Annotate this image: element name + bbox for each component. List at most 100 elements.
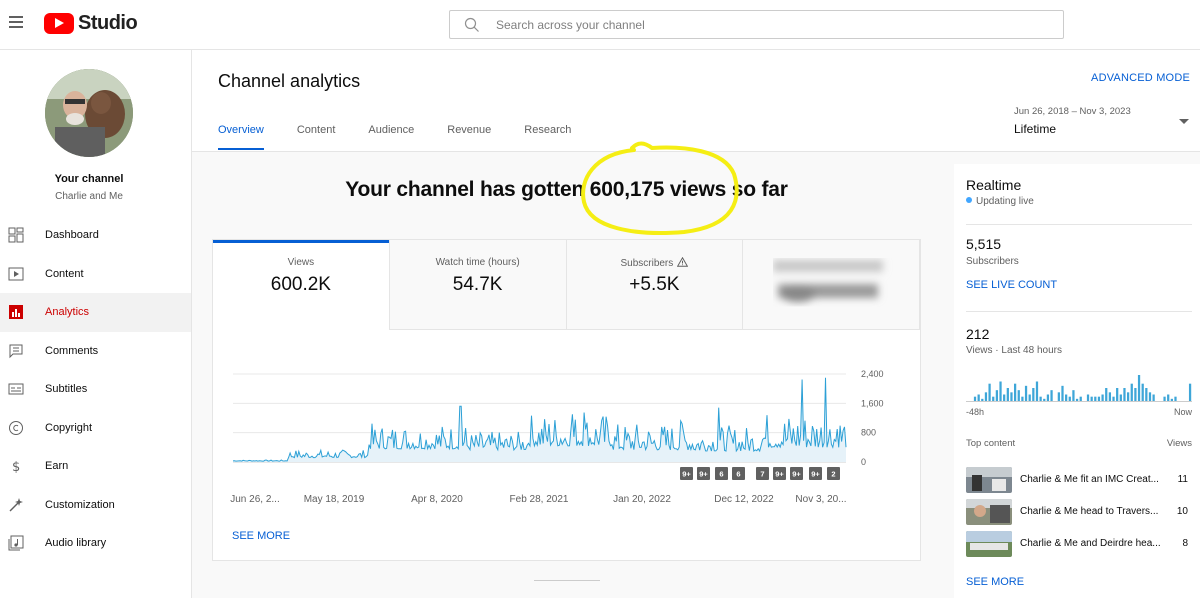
realtime-bar [1065,394,1068,401]
realtime-bar [1032,388,1035,401]
top-content-row[interactable]: Charlie & Me and Deirdre hea... 8 [966,531,1192,557]
x-tick-label: Apr 8, 2020 [411,494,463,505]
top-content-row[interactable]: Charlie & Me fit an IMC Creat... 11 [966,467,1192,493]
tab-revenue[interactable]: Revenue [447,118,491,151]
x-tick-label: May 18, 2019 [304,494,365,505]
realtime-bar [1013,383,1017,401]
tab-content[interactable]: Content [297,118,336,151]
x-tick-label: Jun 26, 2... [230,494,279,505]
realtime-bar [1126,392,1130,401]
sidebar-item-label: Dashboard [45,229,99,242]
realtime-bar [1188,383,1192,401]
warning-icon[interactable] [677,257,689,267]
divider [966,311,1192,312]
sidebar-item-customization[interactable]: Customization [0,486,191,525]
see-more-link[interactable]: SEE MORE [232,530,290,542]
customization-icon [9,497,23,511]
realtime-bar [1137,375,1141,401]
date-range[interactable]: Jun 26, 2018 – Nov 3, 2023 [1014,106,1131,117]
top-content-title: Charlie & Me and Deirdre hea... [1020,538,1161,549]
see-live-count-link[interactable]: SEE LIVE COUNT [966,279,1057,291]
realtime-bar [977,394,980,401]
annotation-label: 9+ [699,470,708,479]
channel-name: Charlie and Me [55,191,123,202]
realtime-bar [1141,383,1144,401]
search-input[interactable] [494,15,1034,35]
metric-watch-time[interactable]: Watch time (hours) 54.7K [389,240,567,330]
metric-subscribers[interactable]: Subscribers +5.5K [566,240,744,330]
date-period-select[interactable]: Lifetime [1014,122,1056,136]
realtime-title: Realtime [966,177,1022,193]
dropdown-arrow-icon[interactable] [1179,119,1189,124]
menu-icon[interactable] [9,16,23,28]
copyright-icon [9,420,23,435]
realtime-views-label: Views · Last 48 hours [966,345,1062,356]
sidebar-item-analytics[interactable]: Analytics [0,293,191,332]
realtime-bar [1050,390,1053,401]
sidebar-item-subtitles[interactable]: Subtitles [0,370,191,409]
sidebar-item-label: Copyright [45,421,93,434]
realtime-axis-start: -48h [966,407,985,417]
sidebar-item-content[interactable]: Content [0,255,191,294]
realtime-bar [1068,396,1071,401]
channel-avatar[interactable] [45,69,133,157]
top-content-title: Charlie & Me head to Travers... [1020,506,1159,517]
dashboard-icon [8,227,24,243]
realtime-bar [1123,388,1126,401]
realtime-bar [1163,396,1166,401]
subtitles-icon [8,383,24,395]
metric-value: +5.5K [629,274,680,295]
annotation-label: 9+ [775,470,784,479]
metric-label: Watch time (hours) [435,257,520,268]
divider [966,224,1192,225]
tab-audience[interactable]: Audience [368,118,414,151]
sidebar-item-copyright[interactable]: Copyright [0,409,191,448]
views-line-chart[interactable]: 2,400 1,600 800 0 9+ 9+ 6 6 7 9+ 9+ 9+ 2 Jun 26, 2...… [213,330,920,520]
sidebar-item-label: Customization [45,498,115,511]
search-bar[interactable] [449,10,1064,39]
realtime-bar [1170,398,1173,401]
sidebar-item-dashboard[interactable]: Dashboard [0,216,191,255]
realtime-see-more-link[interactable]: SEE MORE [966,576,1024,588]
tab-overview[interactable]: Overview [218,118,264,151]
realtime-bar [1046,394,1050,401]
sidebar-nav: Dashboard Content Analytics Comments Sub… [0,216,191,563]
annotation-label: 6 [719,470,723,479]
realtime-bar-chart[interactable] [966,370,1192,402]
metric-redacted[interactable] [743,240,920,330]
sidebar-item-label: Content [45,267,84,280]
sidebar-item-earn[interactable]: $ Earn [0,447,191,486]
sidebar-item-label: Earn [45,460,69,473]
realtime-bar [1148,392,1152,401]
realtime-bar [1097,396,1101,401]
top-content-row[interactable]: Charlie & Me head to Travers... 10 [966,499,1192,525]
x-tick-label: Jan 20, 2022 [613,494,671,505]
logo-text: Studio [78,12,138,34]
advanced-mode-button[interactable]: ADVANCED MODE [1091,72,1190,84]
youtube-play-icon [44,13,74,34]
realtime-bar [1010,392,1013,401]
youtube-studio-logo[interactable]: Studio [44,12,138,35]
realtime-bar [1116,388,1119,401]
comments-icon [9,344,23,358]
metric-views[interactable]: Views 600.2K [213,240,390,330]
metric-tabs: Views 600.2K Watch time (hours) 54.7K Su… [213,240,920,330]
realtime-bar [1017,390,1020,401]
content-icon [8,267,24,280]
top-bar: Studio [0,0,1200,50]
realtime-card: Realtime Updating live 5,515 Subscribers… [954,164,1200,598]
annotation-label: 6 [736,470,740,479]
realtime-subscribers-label: Subscribers [966,256,1019,267]
tab-research[interactable]: Research [524,118,571,151]
video-thumbnail [966,467,1012,493]
realtime-bar [1075,398,1079,401]
realtime-bar [1174,396,1177,401]
metric-value: 600.2K [270,274,331,295]
realtime-bar [1021,396,1024,401]
top-content-heading: Top content [966,438,1016,449]
metric-label: Subscribers [567,257,743,269]
sidebar-item-comments[interactable]: Comments [0,332,191,371]
realtime-subscribers-value: 5,515 [966,236,1002,252]
sidebar-item-audio-library[interactable]: Audio library [0,524,191,563]
channel-title: Your channel [54,173,124,185]
